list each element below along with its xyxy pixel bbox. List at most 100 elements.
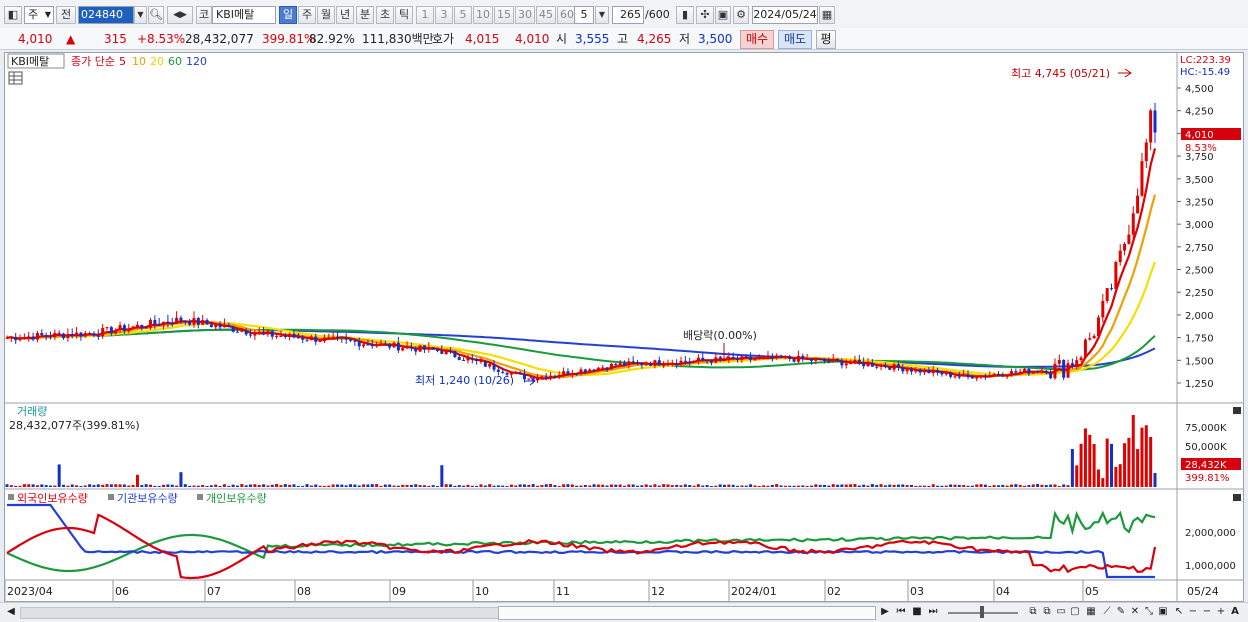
cursor-icon[interactable]: ↖ bbox=[1172, 605, 1186, 619]
volume-bar bbox=[235, 485, 239, 487]
bottom-scroll-bar: ◀ ▶ ⏮ ■ ⏭ ⧉ ⧉ ▭ ▢ ▦ ⟋ ✎ ✕ ⤡ ▣ ↖ − − + A bbox=[0, 602, 1248, 622]
candle-body bbox=[266, 331, 270, 333]
volume-bar bbox=[96, 484, 100, 487]
timeframe-5[interactable]: 초 bbox=[376, 6, 394, 24]
timeframe-0[interactable]: 일 bbox=[279, 6, 297, 24]
candle-body bbox=[492, 364, 496, 370]
volume-bar bbox=[666, 484, 670, 487]
candle-body bbox=[488, 364, 492, 367]
minus-icon[interactable]: − bbox=[1200, 605, 1214, 619]
timeframe-2[interactable]: 월 bbox=[317, 6, 335, 24]
speaker-arrows-icon[interactable]: ◀▶ bbox=[167, 6, 193, 24]
volume-bar bbox=[1101, 478, 1105, 487]
tool-icon-2[interactable]: ⤡ bbox=[1142, 605, 1156, 619]
candle-body bbox=[1123, 243, 1127, 251]
holdings-tick-2m: 2,000,000 bbox=[1185, 528, 1236, 539]
volume-bar bbox=[762, 485, 766, 487]
interval-custom-input[interactable]: 5 bbox=[574, 6, 594, 24]
candle-body bbox=[657, 360, 661, 366]
interval-10[interactable]: 10 bbox=[473, 6, 493, 24]
save-icon[interactable]: ▣ bbox=[715, 6, 731, 24]
interval-30[interactable]: 30 bbox=[515, 6, 535, 24]
play-icon[interactable]: ▶ bbox=[878, 605, 892, 619]
low-label: 저 bbox=[679, 32, 691, 46]
candle-body bbox=[579, 369, 583, 375]
chevron-down-icon[interactable]: ▼ bbox=[595, 6, 609, 24]
trend-icon[interactable]: ⟋ bbox=[1100, 605, 1114, 619]
volume-bar bbox=[375, 484, 379, 487]
prev-button[interactable]: 전 bbox=[56, 6, 76, 24]
price-tick: 2,250 bbox=[1185, 288, 1214, 299]
volume-bar bbox=[583, 484, 587, 487]
candle-icon[interactable]: ▮ bbox=[676, 6, 694, 24]
volume-bar bbox=[714, 485, 718, 487]
stock-code-input[interactable]: 024840 bbox=[78, 6, 134, 24]
sell-button[interactable]: 매도 bbox=[778, 30, 812, 49]
panel-close-icon[interactable] bbox=[1233, 494, 1241, 501]
window-icon[interactable]: ◧ bbox=[4, 6, 22, 24]
candle-body bbox=[962, 374, 966, 377]
layout-icon-3[interactable]: ▭ bbox=[1054, 605, 1068, 619]
volume-bar bbox=[283, 484, 287, 487]
interval-1[interactable]: 1 bbox=[416, 6, 434, 24]
bar-count-input[interactable]: 265 bbox=[612, 6, 644, 24]
date-input[interactable]: 2024/05/24 bbox=[752, 6, 818, 24]
rewind-icon[interactable]: ⏮ bbox=[894, 605, 908, 619]
grid-icon[interactable]: ▦ bbox=[1084, 605, 1098, 619]
timeframe-3[interactable]: 년 bbox=[336, 6, 354, 24]
interval-45[interactable]: 45 bbox=[536, 6, 556, 24]
volume-bar bbox=[640, 485, 644, 487]
gear-icon[interactable]: ⚙ bbox=[733, 6, 749, 24]
volume-bar bbox=[662, 484, 666, 487]
volume-bar bbox=[335, 484, 339, 487]
stop-icon[interactable]: ■ bbox=[910, 605, 924, 619]
buy-button[interactable]: 매수 bbox=[740, 30, 774, 49]
layout-icon-1[interactable]: ⧉ bbox=[1026, 605, 1040, 619]
candle-body bbox=[462, 360, 466, 362]
volume-bar bbox=[327, 485, 331, 487]
scroll-left-icon[interactable]: ◀ bbox=[4, 605, 18, 619]
candle-body bbox=[127, 328, 131, 331]
calendar-icon[interactable]: ▦ bbox=[819, 6, 835, 24]
chart-area[interactable]: KBI메탈 종가 단순 5 10 20 60 120 LC:223.39 HC:… bbox=[4, 52, 1244, 602]
interval-15[interactable]: 15 bbox=[494, 6, 514, 24]
eval-button[interactable]: 평 bbox=[816, 30, 836, 49]
volume-bar bbox=[731, 484, 735, 487]
volume-bar bbox=[1144, 425, 1148, 487]
candle-body bbox=[644, 364, 648, 366]
candle-body bbox=[762, 357, 766, 359]
volume-bar bbox=[783, 485, 787, 487]
stock-chart[interactable]: KBI메탈 종가 단순 5 10 20 60 120 LC:223.39 HC:… bbox=[4, 53, 1243, 601]
zoom-out-icon[interactable]: − bbox=[1186, 605, 1200, 619]
market-label[interactable]: 코 bbox=[196, 6, 212, 24]
timeframe-6[interactable]: 틱 bbox=[395, 6, 413, 24]
stock-name-field[interactable]: KBI메탈 bbox=[212, 6, 276, 24]
fast-forward-icon[interactable]: ⏭ bbox=[926, 605, 940, 619]
chevron-down-icon[interactable]: ▼ bbox=[134, 6, 147, 24]
ma-legend-60: 60 bbox=[168, 55, 182, 68]
volume-bar bbox=[149, 484, 152, 487]
search-icon[interactable]: 🔍︎ bbox=[148, 6, 164, 24]
timeframe-4[interactable]: 분 bbox=[356, 6, 374, 24]
font-size-icon[interactable]: A bbox=[1228, 605, 1242, 619]
interval-3[interactable]: 3 bbox=[435, 6, 453, 24]
zoom-slider-handle[interactable] bbox=[980, 606, 984, 618]
zoom-in-icon[interactable]: + bbox=[1214, 605, 1228, 619]
layout-icon-4[interactable]: ▢ bbox=[1068, 605, 1082, 619]
candle-body bbox=[1083, 339, 1087, 358]
data-table-icon[interactable] bbox=[8, 71, 23, 85]
layout-icon-2[interactable]: ⧉ bbox=[1040, 605, 1054, 619]
interval-5[interactable]: 5 bbox=[454, 6, 472, 24]
volume-bar bbox=[314, 484, 318, 487]
panel-close-icon[interactable] bbox=[1233, 407, 1241, 414]
candle-body bbox=[805, 358, 809, 360]
volume-bar bbox=[936, 485, 940, 487]
timeframe-1[interactable]: 주 bbox=[298, 6, 316, 24]
scroll-thumb[interactable] bbox=[498, 606, 876, 620]
crosshair-icon[interactable]: ✣ bbox=[696, 6, 714, 24]
save-layout-icon[interactable]: ▣ bbox=[1156, 605, 1170, 619]
tool-icon[interactable]: ✕ bbox=[1128, 605, 1142, 619]
period-select[interactable]: 주 ▼ bbox=[24, 6, 54, 24]
draw-icon[interactable]: ✎ bbox=[1114, 605, 1128, 619]
scroll-track[interactable] bbox=[20, 607, 500, 619]
